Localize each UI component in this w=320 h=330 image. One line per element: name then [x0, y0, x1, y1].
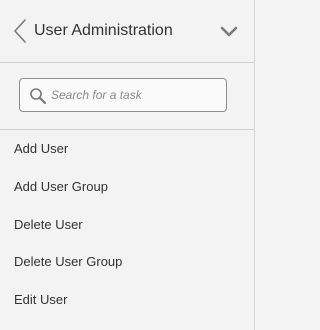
task-panel: User Administration Add User Add User Gr…: [0, 0, 255, 330]
search-field[interactable]: [19, 78, 227, 112]
task-item-add-user-group[interactable]: Add User Group: [0, 169, 254, 205]
task-item-delete-user-group[interactable]: Delete User Group: [0, 244, 254, 280]
search-icon: [29, 87, 47, 105]
search-area: [0, 63, 254, 130]
panel-header: User Administration: [0, 0, 254, 63]
task-item-delete-user[interactable]: Delete User: [0, 207, 254, 243]
task-item-edit-user[interactable]: Edit User: [0, 282, 254, 318]
task-item-label: Add User Group: [14, 179, 108, 194]
task-item-label: Add User: [14, 141, 69, 156]
task-item-add-user[interactable]: Add User: [0, 131, 254, 167]
back-chevron-icon[interactable]: [11, 17, 29, 45]
chevron-down-icon[interactable]: [219, 25, 239, 39]
task-item-label: Delete User Group: [14, 254, 123, 269]
task-item-label: Delete User: [14, 217, 83, 232]
task-item-label: Edit User: [14, 292, 68, 307]
page-title: User Administration: [34, 22, 173, 39]
search-input[interactable]: [51, 84, 221, 106]
